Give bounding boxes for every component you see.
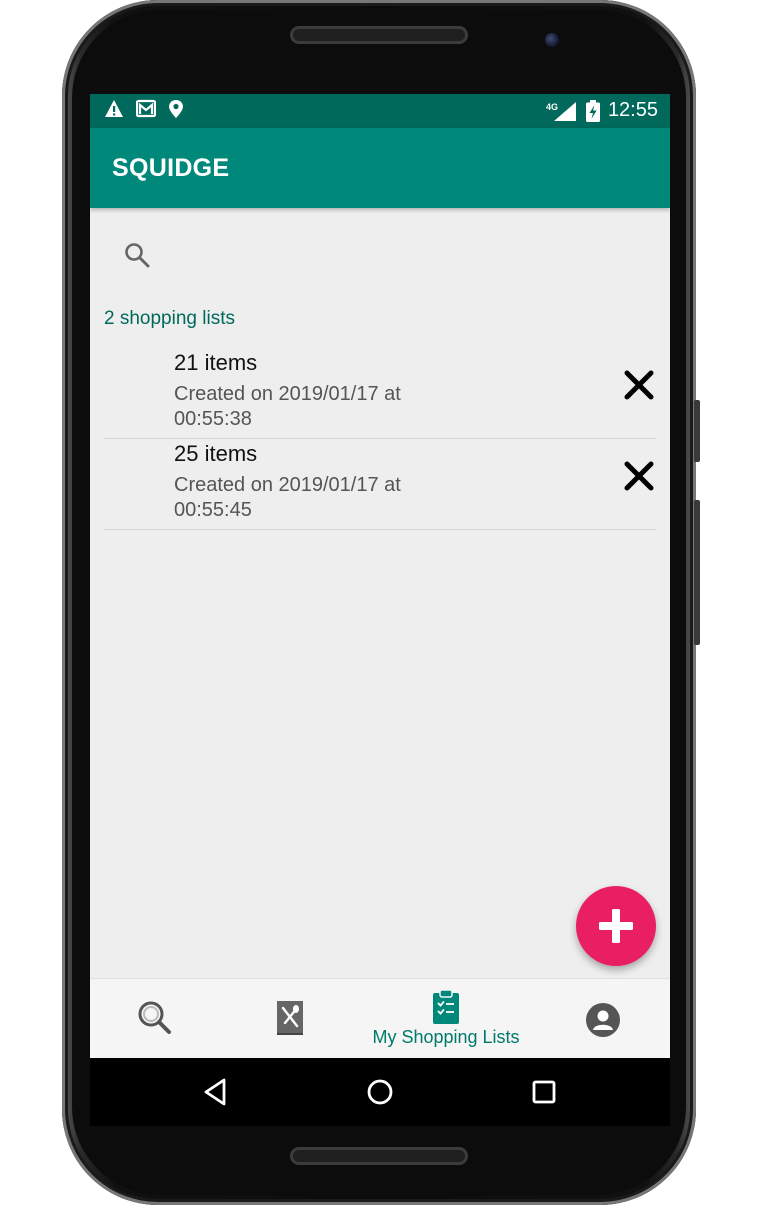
toolbar: SQUIDGE [90, 128, 670, 208]
nav-item-search[interactable] [110, 979, 200, 1059]
location-icon [169, 100, 183, 118]
list-item[interactable]: 21 items Created on 2019/01/17 at 00:55:… [104, 348, 656, 439]
recents-icon [532, 1080, 556, 1104]
close-icon [624, 370, 654, 400]
recipe-book-icon [277, 1001, 303, 1035]
delete-button[interactable] [622, 459, 656, 493]
gallery-icon [136, 99, 156, 118]
status-bar: 4G 12:55 [90, 94, 670, 128]
app-title: SQUIDGE [112, 154, 230, 182]
back-button[interactable] [198, 1074, 234, 1110]
nav-label: My Shopping Lists [372, 1027, 520, 1047]
nav-item-my-shopping-lists[interactable]: My Shopping Lists [356, 979, 536, 1059]
home-button[interactable] [362, 1074, 398, 1110]
close-icon [624, 461, 654, 491]
svg-text:4G: 4G [546, 102, 558, 112]
item-created-date: Created on 2019/01/17 at 00:55:38 [174, 383, 401, 430]
search-icon [125, 243, 150, 268]
app-screen: 4G 12:55 SQUIDGE 2 shopping lists 21 ite… [90, 94, 670, 1126]
front-camera [545, 33, 559, 47]
signal-icon: 4G [546, 101, 576, 121]
power-button [694, 500, 700, 645]
item-count: 21 items [174, 350, 258, 375]
warning-icon [105, 100, 123, 117]
system-indicators: 4G 12:55 [546, 99, 658, 122]
clipboard-list-icon [433, 989, 459, 1024]
back-icon [204, 1078, 226, 1106]
status-time: 12:55 [607, 99, 658, 121]
delete-button[interactable] [622, 368, 656, 402]
add-list-button[interactable] [576, 886, 656, 966]
list-count-label: 2 shopping lists [104, 308, 235, 329]
list-item[interactable]: 25 items Created on 2019/01/17 at 00:55:… [104, 439, 656, 530]
volume-button [694, 400, 700, 462]
account-icon [586, 1003, 620, 1037]
notification-icons [104, 99, 184, 119]
recents-button[interactable] [526, 1074, 562, 1110]
item-created-date: Created on 2019/01/17 at 00:55:45 [174, 474, 401, 521]
plus-icon [599, 909, 633, 943]
top-speaker [290, 26, 468, 44]
battery-charging-icon [585, 99, 600, 122]
item-count: 25 items [174, 441, 258, 466]
bottom-speaker [290, 1147, 468, 1165]
system-navigation-bar [90, 1058, 670, 1126]
nav-item-account[interactable] [568, 979, 638, 1059]
home-icon [367, 1079, 393, 1105]
search-icon [138, 1001, 171, 1034]
search-button[interactable] [122, 240, 152, 270]
bottom-navigation: My Shopping Lists [90, 978, 670, 1059]
nav-item-recipes[interactable] [245, 979, 335, 1059]
